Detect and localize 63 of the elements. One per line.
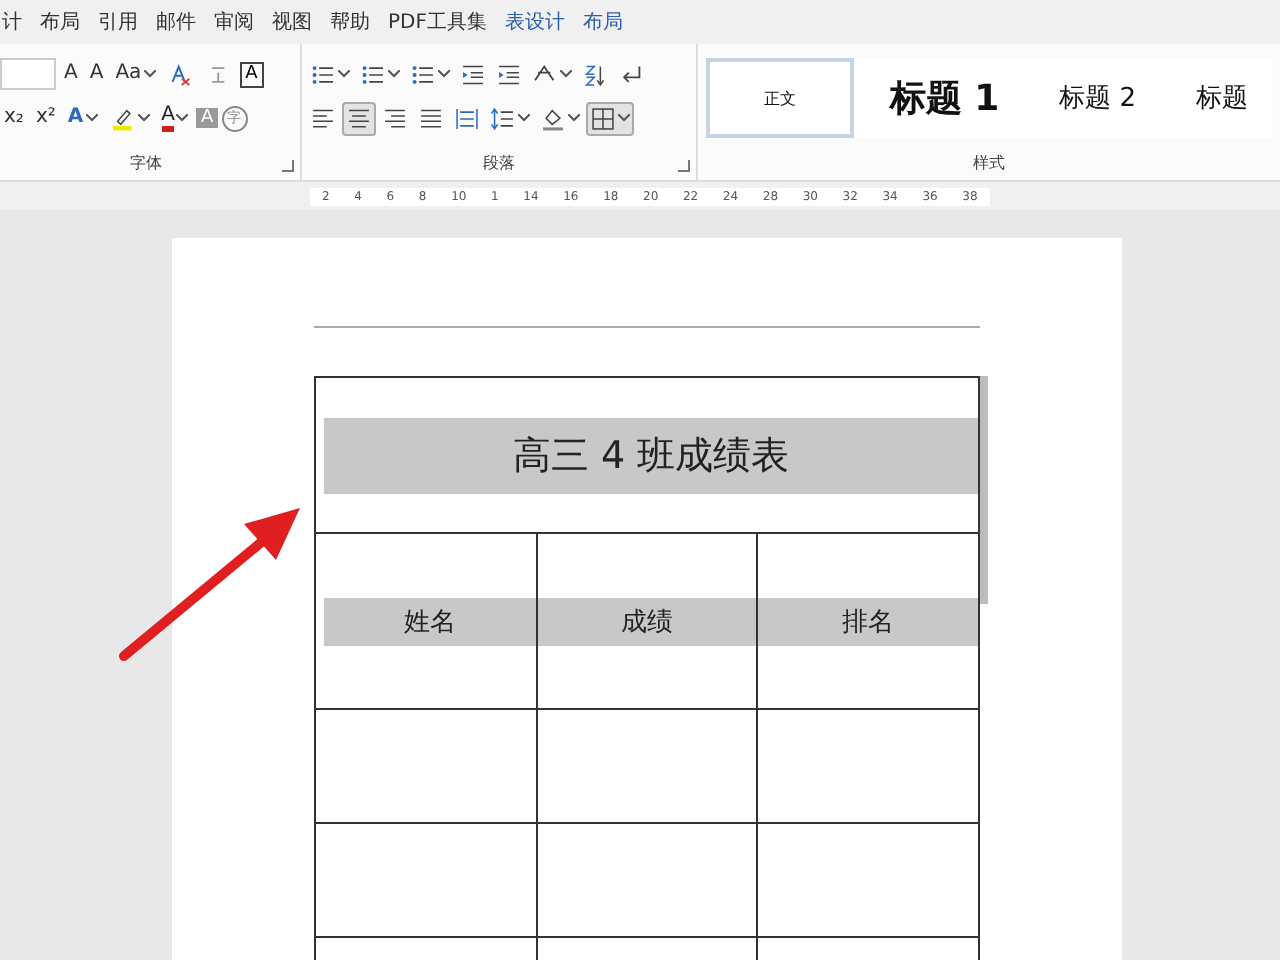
format-button[interactable]: x₂ (0, 100, 28, 136)
column-header: 姓名 (324, 598, 536, 646)
sort-icon (582, 61, 609, 87)
bullets-icon (310, 61, 337, 87)
font-color-button[interactable]: A (157, 101, 193, 135)
table-title: 高三 4 班成绩表 (324, 417, 978, 493)
format-button[interactable]: A (85, 56, 108, 92)
ribbon-tab[interactable]: 视图 (272, 8, 330, 36)
align-left-icon (310, 105, 337, 131)
column-header: 排名 (758, 598, 978, 646)
justify-icon (418, 105, 445, 131)
column-header: 成绩 (537, 598, 757, 646)
ribbon-tab[interactable]: 审阅 (214, 8, 272, 36)
align-right-icon (382, 105, 409, 131)
style-option[interactable]: 标题 1 (865, 58, 1024, 138)
asian-icon (532, 61, 559, 87)
group-label: 样式 (972, 152, 1005, 174)
character-border-button[interactable]: A (239, 61, 264, 87)
caret-icon (388, 70, 401, 78)
distribute-icon (454, 105, 481, 131)
fill-icon (540, 105, 567, 131)
caret-icon (338, 70, 351, 78)
borders-button[interactable] (586, 101, 635, 135)
ribbon-tab[interactable]: 布局 (582, 8, 641, 36)
highlight-icon (109, 105, 136, 131)
style-option[interactable]: 正文 (705, 58, 854, 138)
indent-icon (496, 61, 523, 87)
ribbon-tab[interactable]: PDF工具集 (388, 8, 505, 36)
ribbon-tab[interactable]: 引用 (98, 8, 156, 36)
format-button[interactable]: A (60, 56, 82, 92)
format-button[interactable]: Aa (111, 56, 160, 92)
format-button[interactable]: x² (31, 100, 60, 136)
align-center-icon (346, 105, 373, 131)
caret-icon (518, 114, 531, 122)
ribbon-tab[interactable]: 帮助 (330, 8, 388, 36)
ribbon-tab[interactable]: 表设计 (504, 8, 583, 36)
style-option[interactable]: 标题 (1172, 58, 1272, 138)
spacing-icon (490, 105, 517, 131)
caret-icon (618, 114, 631, 122)
dialog-launcher-icon[interactable] (677, 160, 690, 172)
text-effect-button[interactable]: A (63, 100, 102, 136)
caret-icon (137, 114, 150, 122)
group-label: 段落 (483, 152, 516, 174)
caret-icon (176, 114, 189, 122)
borders-icon (590, 105, 617, 131)
clear-icon (167, 61, 194, 87)
outdent-icon (460, 61, 487, 87)
marks-icon (618, 61, 645, 87)
caret-icon (560, 70, 573, 78)
group-label: 字体 (130, 152, 163, 174)
caret-icon (85, 114, 98, 122)
ribbon-tab[interactable]: 布局 (40, 8, 98, 36)
ribbon-tab[interactable]: 邮件 (156, 8, 214, 36)
caret-icon (568, 114, 581, 122)
caret-icon (438, 70, 451, 78)
align-center-button[interactable] (342, 101, 377, 135)
style-option[interactable]: 标题 2 (1035, 58, 1160, 138)
numbering-icon (360, 61, 387, 87)
multilevel-icon (410, 61, 437, 87)
caret-icon (143, 70, 156, 78)
font-size-field[interactable] (0, 58, 56, 90)
ribbon-tab[interactable]: 计 (2, 8, 40, 36)
dialog-launcher-icon[interactable] (282, 160, 295, 172)
